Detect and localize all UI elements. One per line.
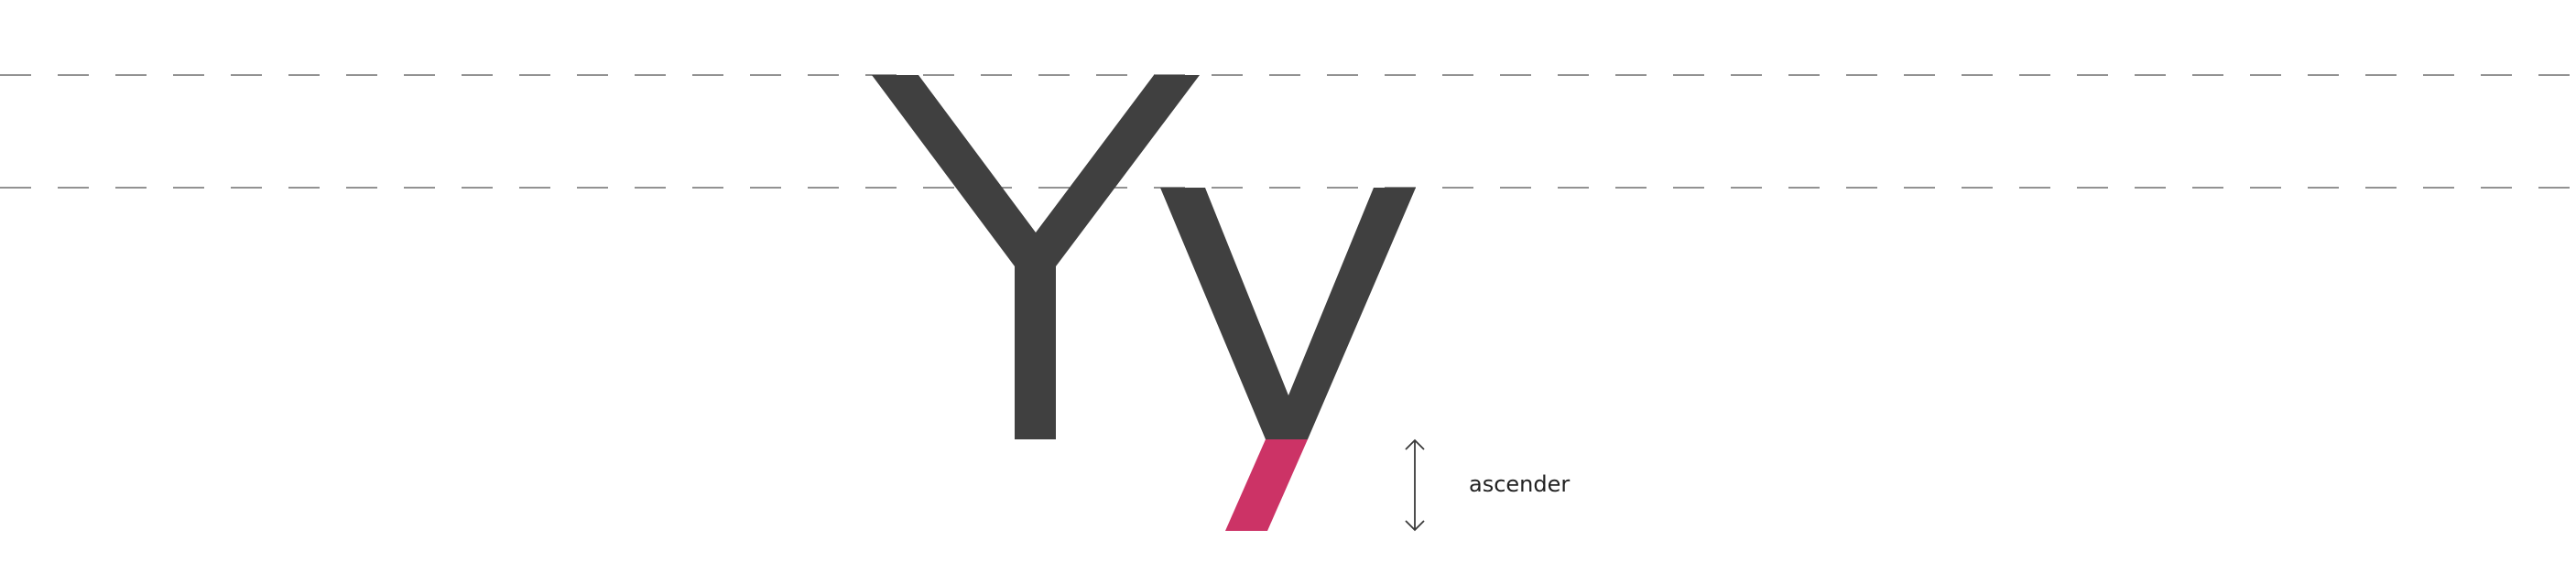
uppercase-y-shape [872,75,1200,439]
typography-diagram [0,74,2576,532]
lowercase-y-glyph [1160,188,1416,531]
lowercase-y-body-shape [1160,188,1416,439]
annotation-label: ascender [1469,471,1571,497]
descender-highlight-shape [1225,439,1308,531]
uppercase-y-glyph [872,75,1200,439]
double-headed-arrow-icon [1405,438,1425,532]
